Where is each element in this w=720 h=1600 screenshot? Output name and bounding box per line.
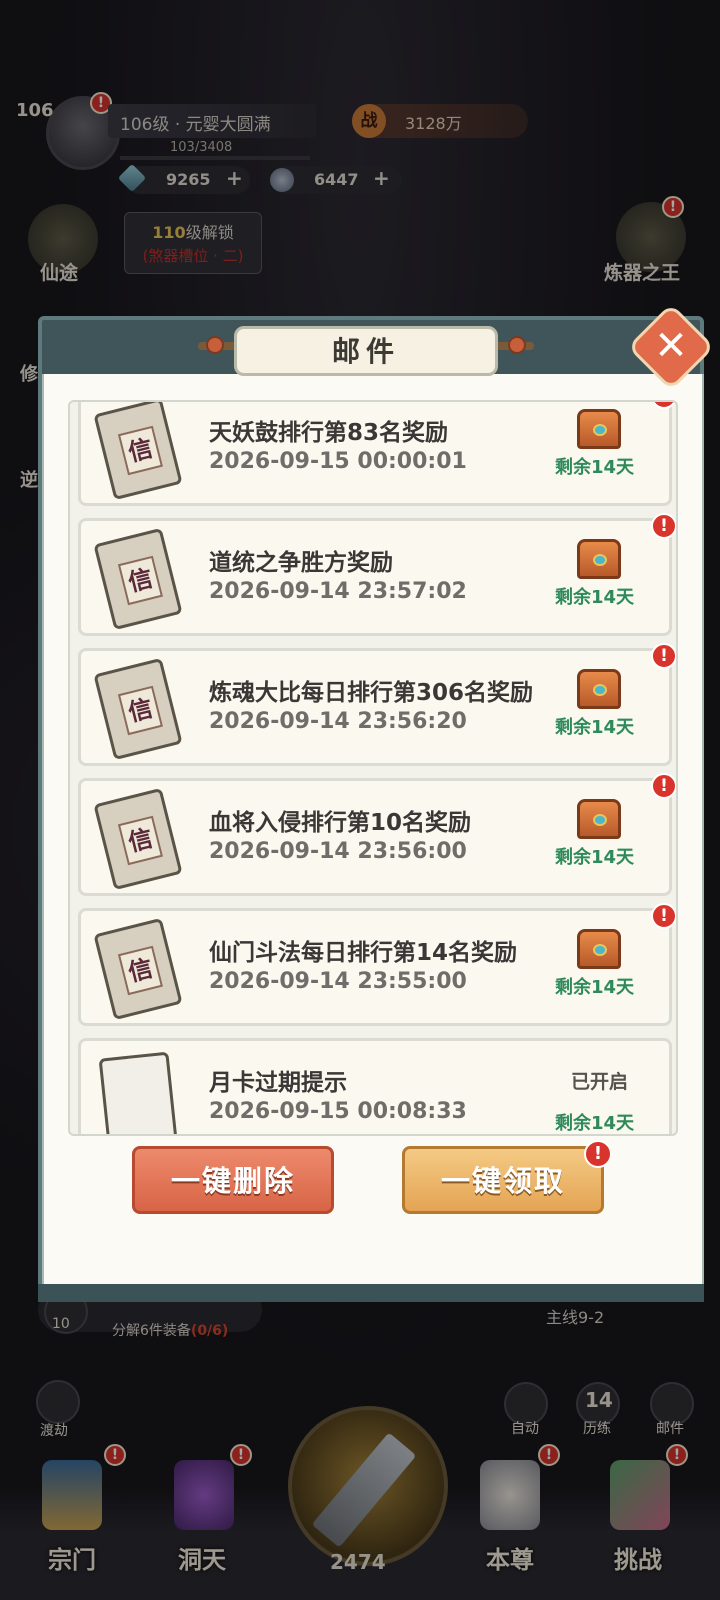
unread-alert-icon: !: [651, 773, 676, 799]
mail-item[interactable]: 信 血将入侵排行第10名奖励 2026-09-14 23:56:00 剩余14天…: [78, 773, 676, 896]
close-icon[interactable]: ✕: [640, 316, 702, 378]
unread-alert-icon: !: [651, 643, 676, 669]
mail-status: 已开启: [571, 1071, 629, 1093]
letter-icon: 信: [93, 402, 183, 501]
treasure-chest-icon: [577, 929, 621, 969]
unread-alert-icon: !: [651, 903, 676, 929]
mail-remain: 剩余14天: [555, 977, 635, 998]
mail-date: 2026-09-15 00:08:33: [209, 1099, 467, 1124]
treasure-chest-icon: [577, 409, 621, 449]
mail-title: 仙门斗法每日排行第14名奖励: [209, 940, 518, 966]
mail-title: 炼魂大比每日排行第306名奖励: [209, 680, 534, 706]
claim-alert-icon: !: [584, 1140, 612, 1168]
mail-remain: 剩余14天: [555, 587, 635, 608]
mail-item[interactable]: 信 道统之争胜方奖励 2026-09-14 23:57:02 剩余14天 !: [78, 513, 676, 636]
unread-alert-icon: !: [651, 402, 676, 409]
mail-title: 血将入侵排行第10名奖励: [209, 810, 472, 836]
mail-remain: 剩余14天: [555, 457, 635, 478]
title-knob-left: [206, 336, 224, 354]
mail-remain: 剩余14天: [555, 717, 635, 738]
mail-title: 天妖鼓排行第83名奖励: [209, 420, 449, 446]
delete-all-button[interactable]: 一键删除: [132, 1146, 334, 1214]
claim-all-button[interactable]: 一键领取: [402, 1146, 604, 1214]
letter-icon: 信: [93, 527, 183, 631]
letter-icon: 信: [93, 787, 183, 891]
mail-date: 2026-09-14 23:55:00: [209, 969, 467, 994]
mail-remain: 剩余14天: [555, 847, 635, 868]
mail-item[interactable]: 信 天妖鼓排行第83名奖励 2026-09-15 00:00:01 剩余14天 …: [78, 402, 676, 506]
modal-title: 邮件: [331, 335, 400, 368]
mail-modal-footer: [38, 1284, 704, 1302]
title-knob-right: [508, 336, 526, 354]
letter-icon: 信: [93, 657, 183, 761]
document-icon: [98, 1051, 178, 1134]
mail-list[interactable]: 信 天妖鼓排行第83名奖励 2026-09-15 00:00:01 剩余14天 …: [68, 400, 678, 1136]
mail-item[interactable]: 月卡过期提示 2026-09-15 00:08:33 已开启 剩余14天: [78, 1038, 672, 1134]
mail-date: 2026-09-14 23:56:20: [209, 709, 467, 734]
unread-alert-icon: !: [651, 513, 676, 539]
treasure-chest-icon: [577, 799, 621, 839]
mail-title: 月卡过期提示: [209, 1070, 347, 1096]
mail-date: 2026-09-14 23:57:02: [209, 579, 467, 604]
mail-title: 道统之争胜方奖励: [209, 550, 393, 576]
mail-date: 2026-09-15 00:00:01: [209, 449, 467, 474]
mail-remain: 剩余14天: [555, 1113, 635, 1134]
treasure-chest-icon: [577, 539, 621, 579]
mail-item[interactable]: 信 仙门斗法每日排行第14名奖励 2026-09-14 23:55:00 剩余1…: [78, 903, 676, 1026]
mail-date: 2026-09-14 23:56:00: [209, 839, 467, 864]
mail-item[interactable]: 信 炼魂大比每日排行第306名奖励 2026-09-14 23:56:20 剩余…: [78, 643, 676, 766]
treasure-chest-icon: [577, 669, 621, 709]
letter-icon: 信: [93, 917, 183, 1021]
